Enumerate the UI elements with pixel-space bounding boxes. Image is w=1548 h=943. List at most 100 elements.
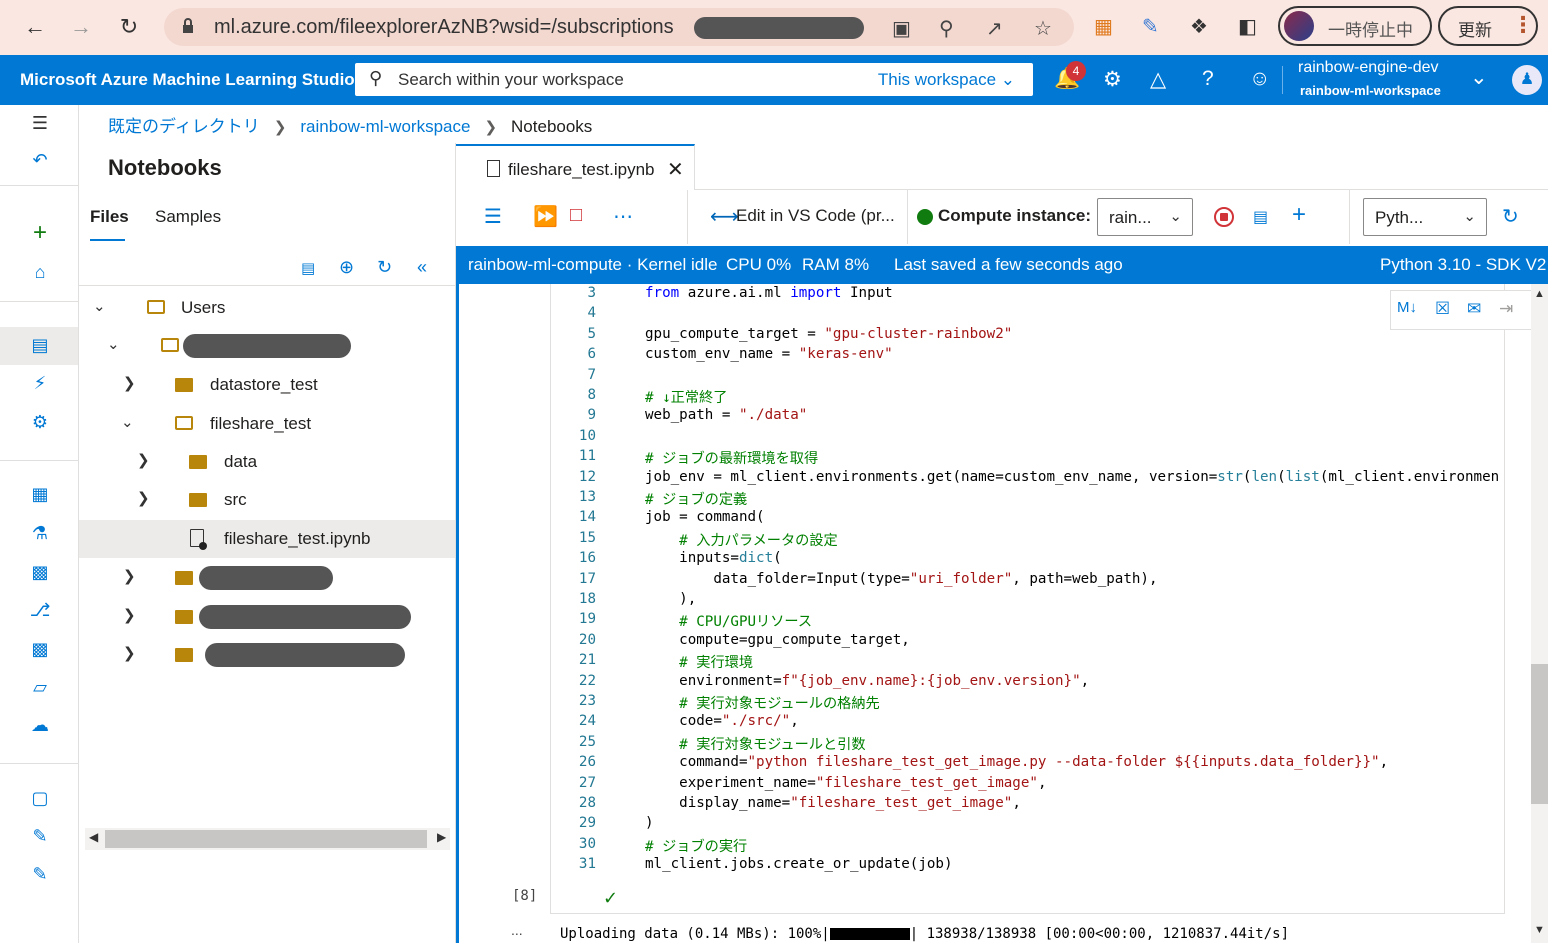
more-options-icon[interactable]: ⋯ [613, 204, 633, 229]
extension-notes-icon[interactable]: ✎ [1142, 14, 1159, 39]
code-line[interactable]: # ↓正常終了 [645, 387, 727, 407]
extensions-puzzle-icon[interactable]: ❖ [1190, 14, 1208, 39]
code-line[interactable]: # ジョブの最新環境を取得 [645, 448, 818, 468]
chevron-right-icon[interactable]: ❯ [123, 644, 136, 662]
code-line[interactable]: experiment_name="fileshare_test_get_imag… [645, 775, 1046, 791]
code-line[interactable]: inputs=dict( [645, 550, 782, 566]
tree-item-users[interactable]: ⌄ Users [79, 289, 455, 327]
tree-item-redacted-3[interactable]: ❯ [79, 636, 455, 674]
plus-icon[interactable]: + [27, 220, 53, 246]
code-line[interactable]: compute=gpu_compute_target, [645, 632, 910, 648]
notebook-icon[interactable]: ▤ [27, 332, 53, 358]
menu-lines-icon[interactable]: ☰ [484, 204, 502, 229]
scroll-right-icon[interactable]: ▶ [437, 830, 446, 844]
profile-button[interactable]: 一時停止中 [1278, 6, 1432, 46]
code-line[interactable]: custom_env_name = "keras-env" [645, 346, 893, 362]
code-line[interactable]: # 実行対象モジュールと引数 [645, 734, 865, 754]
home-icon[interactable]: ⌂ [27, 259, 53, 285]
vertical-scrollbar[interactable]: ▲ ▼ [1531, 284, 1548, 943]
output-collapse-dots[interactable]: ... [511, 922, 523, 938]
scroll-thumb[interactable] [105, 830, 427, 848]
tree-item-src[interactable]: ❯ src [79, 481, 455, 519]
account-name[interactable]: rainbow-engine-dev [1298, 59, 1439, 77]
runtime-version[interactable]: Python 3.10 - SDK V2 [1380, 255, 1546, 275]
app-title[interactable]: Microsoft Azure Machine Learning Studio [20, 70, 355, 90]
search-placeholder[interactable]: Search within your workspace [398, 70, 624, 90]
endpoints-icon[interactable]: ☁ [27, 712, 53, 738]
bookmark-star-icon[interactable]: ☆ [1034, 16, 1052, 41]
tab-samples[interactable]: Samples [155, 207, 221, 227]
code-line[interactable]: job = command( [645, 509, 765, 525]
breadcrumb-workspace[interactable]: rainbow-ml-workspace [300, 117, 470, 136]
split-cell-icon[interactable]: ⇥ [1499, 299, 1513, 319]
feedback-smiley-icon[interactable]: ☺ [1249, 67, 1270, 91]
code-line[interactable]: # 実行環境 [645, 652, 753, 672]
code-line[interactable]: ), [645, 591, 696, 607]
code-line[interactable]: environment=f"{job_env.name}:{job_env.ve… [645, 673, 1089, 689]
code-line[interactable]: command="python fileshare_test_get_image… [645, 754, 1388, 770]
user-avatar-icon[interactable]: ♟ [1512, 65, 1542, 95]
code-line[interactable]: # 入力パラメータの設定 [645, 530, 838, 550]
code-line[interactable]: data_folder=Input(type="uri_folder", pat… [645, 571, 1157, 587]
linked-services-icon[interactable]: ✎ [27, 823, 53, 849]
translate-icon[interactable]: ▣ [892, 16, 911, 41]
add-file-icon[interactable]: ⊕ [339, 257, 354, 278]
stop-compute-icon[interactable] [1214, 207, 1234, 227]
tree-item-redacted-1[interactable]: ❯ [79, 559, 455, 597]
data-labeling-icon[interactable]: ✎ [27, 861, 53, 887]
tree-item-fileshare-test[interactable]: ⌄ fileshare_test [79, 405, 455, 443]
back-icon[interactable]: ↶ [27, 147, 53, 173]
tree-item-notebook[interactable]: fileshare_test.ipynb [79, 520, 455, 558]
side-panel-icon[interactable]: ◧ [1238, 14, 1257, 39]
update-button[interactable]: 更新 ⋮ [1438, 6, 1538, 46]
refresh-icon[interactable]: ↻ [377, 257, 392, 278]
comment-icon[interactable]: ✉ [1467, 299, 1481, 319]
tree-item-data[interactable]: ❯ data [79, 443, 455, 481]
address-bar[interactable]: ml.azure.com/fileexplorerAzNB?wsid=/subs… [164, 8, 1074, 46]
chevron-right-icon[interactable]: ❯ [137, 451, 150, 469]
chevron-down-icon[interactable]: ⌄ [107, 335, 120, 353]
horizontal-scrollbar[interactable]: ◀ ▶ [85, 828, 450, 850]
scroll-thumb[interactable] [1531, 664, 1548, 804]
chevron-down-icon[interactable]: ⌄ [1470, 65, 1488, 90]
hamburger-menu-icon[interactable]: ☰ [27, 110, 53, 136]
chevron-right-icon[interactable]: ❯ [123, 374, 136, 392]
scroll-up-icon[interactable]: ▲ [1534, 288, 1545, 300]
editor-tab[interactable]: fileshare_test.ipynb ✕ [456, 144, 695, 190]
chevron-down-icon[interactable]: ⌄ [93, 297, 106, 315]
gear-icon[interactable]: ⚙ [1103, 67, 1122, 92]
scroll-left-icon[interactable]: ◀ [89, 830, 98, 844]
interrupt-stop-icon[interactable]: □ [570, 204, 582, 227]
terminal-icon[interactable]: ▤ [1253, 207, 1268, 227]
chevron-right-icon[interactable]: ❯ [123, 606, 136, 624]
breadcrumb-directory[interactable]: 既定のディレクトリ [108, 117, 260, 136]
code-line[interactable]: # ジョブの定義 [645, 489, 747, 509]
extension-sumo-icon[interactable]: ▦ [1094, 14, 1113, 39]
code-line[interactable]: # CPU/GPUリソース [645, 611, 812, 631]
code-line[interactable]: code="./src/", [645, 713, 799, 729]
automl-icon[interactable]: ⚡ [27, 370, 53, 396]
kernel-select[interactable]: Pyth... ⌄ [1363, 198, 1487, 236]
clear-output-icon[interactable]: ☒ [1435, 299, 1450, 319]
tree-item-user-folder[interactable]: ⌄ [79, 327, 455, 365]
jobs-flask-icon[interactable]: ⚗ [27, 520, 53, 546]
models-cube-icon[interactable]: ▱ [27, 674, 53, 700]
help-icon[interactable]: ? [1202, 67, 1214, 91]
refresh-kernel-icon[interactable]: ↻ [1502, 204, 1519, 229]
vscode-icon[interactable]: ⟷ [710, 204, 739, 229]
share-icon[interactable]: ↗ [986, 16, 1003, 41]
code-line[interactable]: # ジョブの実行 [645, 836, 747, 856]
reload-icon[interactable]: ↻ [114, 12, 144, 42]
run-all-icon[interactable]: ⏩ [533, 204, 558, 229]
close-icon[interactable]: ✕ [667, 157, 684, 182]
tree-item-datastore-test[interactable]: ❯ datastore_test [79, 366, 455, 404]
environments-icon[interactable]: ▩ [27, 636, 53, 662]
edit-in-vscode-button[interactable]: Edit in VS Code (pr... [736, 206, 895, 226]
chevron-right-icon[interactable]: ❯ [123, 567, 136, 585]
search-scope-dropdown[interactable]: This workspace ⌄ [878, 70, 1015, 90]
tab-files[interactable]: Files [90, 207, 129, 227]
forward-arrow-icon[interactable]: → [66, 12, 96, 42]
terminal-icon[interactable]: ▤ [301, 259, 315, 277]
code-line[interactable]: gpu_compute_target = "gpu-cluster-rainbo… [645, 326, 1012, 342]
code-line[interactable]: # 実行対象モジュールの格納先 [645, 693, 880, 713]
